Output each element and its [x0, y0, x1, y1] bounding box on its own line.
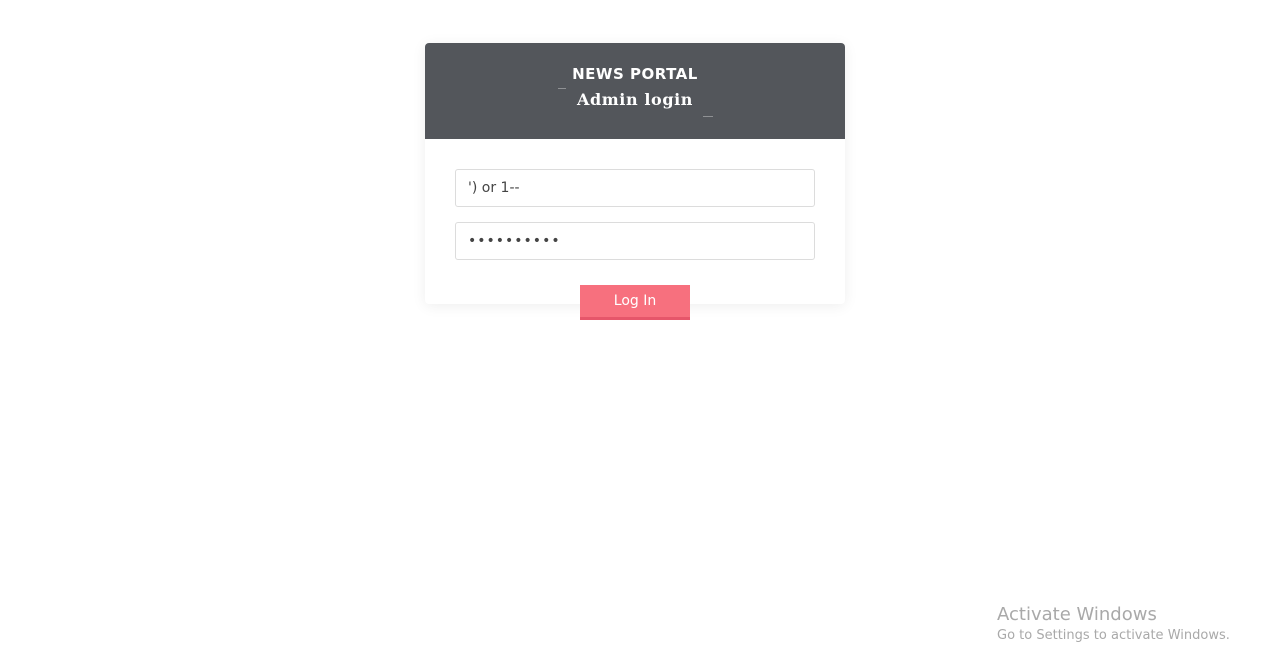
login-card: NEWS PORTAL Admin login Log In — [425, 43, 845, 320]
brand-title: NEWS PORTAL — [572, 65, 698, 83]
activate-windows-title: Activate Windows — [997, 604, 1157, 625]
header-decoration-left — [558, 88, 566, 89]
admin-login-heading: Admin login — [576, 90, 694, 109]
header-decoration-right — [703, 116, 713, 117]
password-input[interactable] — [455, 222, 815, 260]
page: NEWS PORTAL Admin login Log In Activate … — [0, 0, 1274, 646]
login-button[interactable]: Log In — [580, 285, 690, 320]
activate-windows-watermark: Activate Windows Go to Settings to activ… — [997, 603, 1230, 646]
username-input[interactable] — [455, 169, 815, 207]
card-header: NEWS PORTAL Admin login — [425, 43, 845, 139]
activate-windows-subtitle: Go to Settings to activate Windows. — [997, 628, 1230, 643]
